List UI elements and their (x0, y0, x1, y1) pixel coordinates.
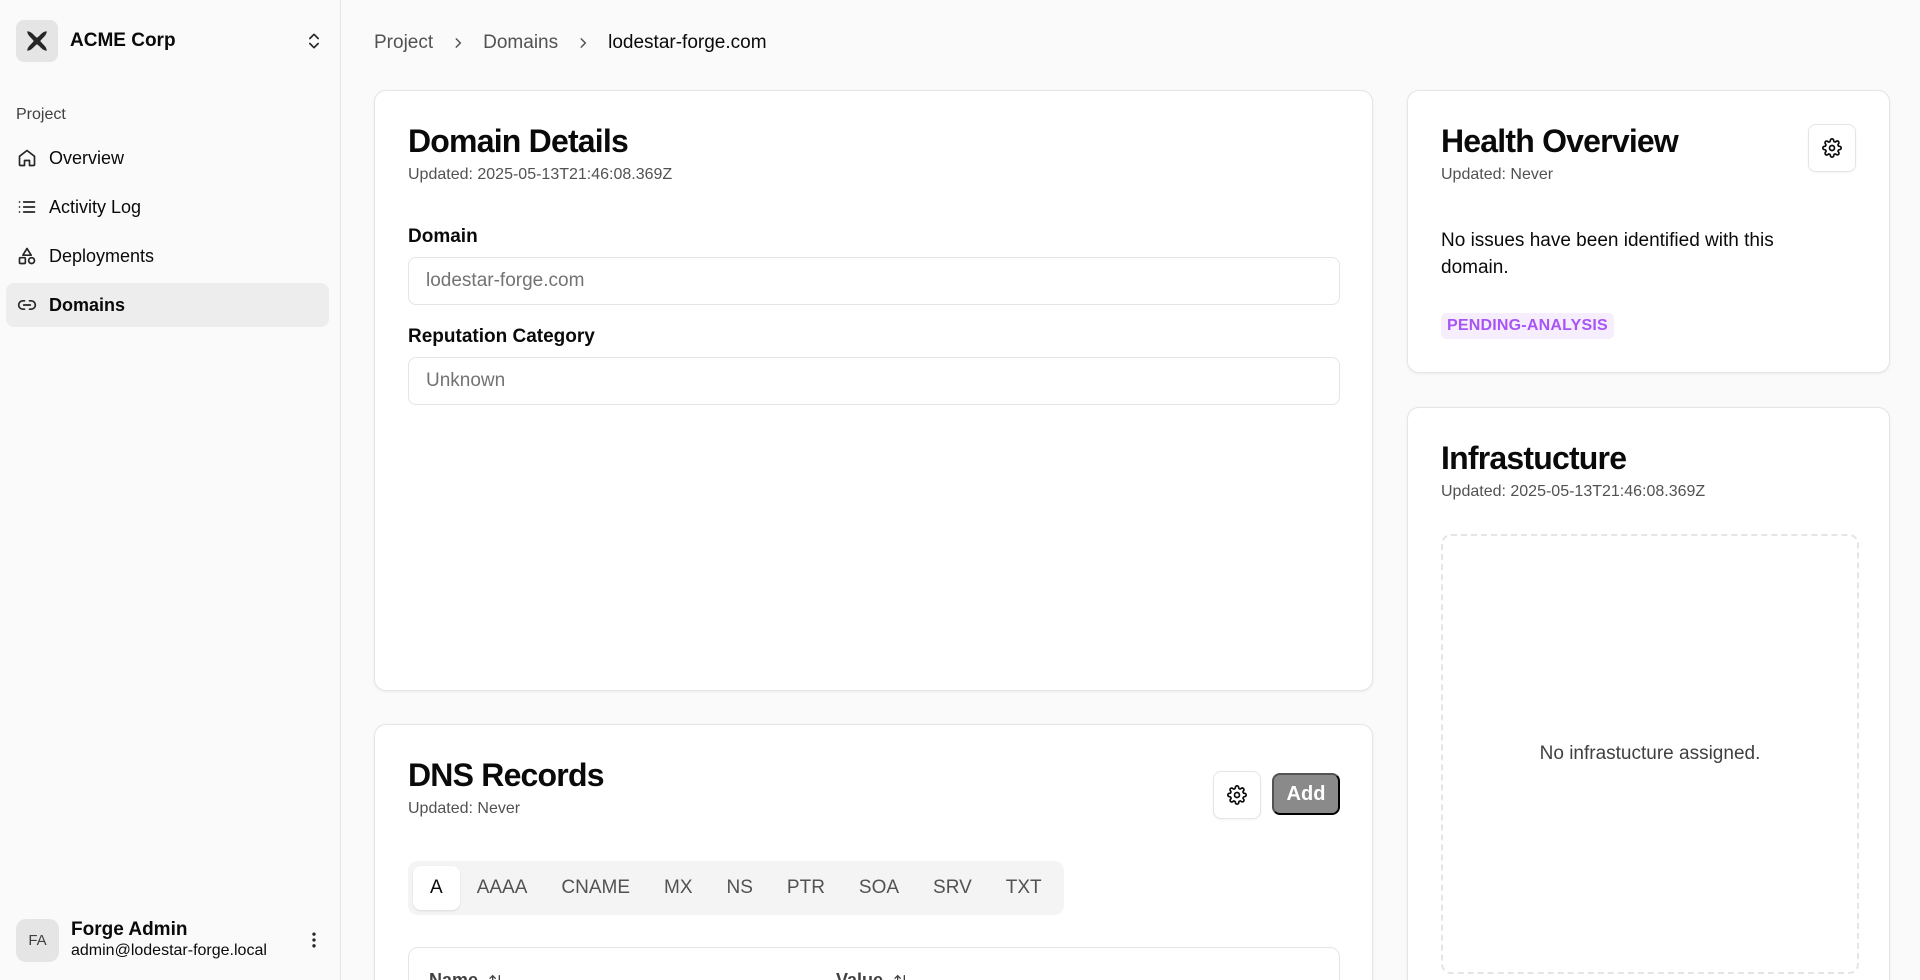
sidebar-item-deployments[interactable]: Deployments (6, 234, 329, 278)
domain-label: Domain (408, 226, 478, 247)
updated-timestamp: Updated: Never (1441, 166, 1554, 183)
breadcrumb: Project Domains lodestar-forge.com (374, 30, 767, 56)
column-header-name[interactable]: Name (429, 970, 504, 980)
tab-srv[interactable]: SRV (916, 866, 989, 910)
link-icon (16, 294, 38, 316)
more-vertical-icon[interactable] (302, 928, 326, 952)
user-info: Forge Admin admin@lodestar-forge.local (71, 919, 302, 961)
tab-ns[interactable]: NS (710, 866, 770, 910)
tab-mx[interactable]: MX (647, 866, 710, 910)
sidebar-item-activity-log[interactable]: Activity Log (6, 185, 329, 229)
infrastructure-card: Infrastucture Updated: 2025-05-13T21:46:… (1407, 407, 1890, 980)
tab-txt[interactable]: TXT (989, 866, 1059, 910)
reputation-input[interactable]: Unknown (408, 357, 1340, 405)
sidebar-nav: Overview Activity Log Deployments Domain… (6, 136, 329, 332)
breadcrumb-project[interactable]: Project (374, 32, 433, 54)
card-title: Infrastucture (1441, 440, 1627, 476)
health-message: No issues have been identified with this… (1441, 230, 1774, 278)
org-name: ACME Corp (70, 30, 176, 51)
tab-cname[interactable]: CNAME (544, 866, 647, 910)
infrastructure-empty-state: No infrastucture assigned. (1441, 534, 1859, 974)
tab-ptr[interactable]: PTR (770, 866, 842, 910)
avatar: FA (16, 918, 59, 962)
sidebar-item-overview[interactable]: Overview (6, 136, 329, 180)
home-icon (16, 147, 38, 169)
gear-icon (1227, 785, 1247, 805)
updated-timestamp: Updated: 2025-05-13T21:46:08.369Z (408, 166, 673, 183)
column-header-label: Value (836, 970, 884, 980)
updated-timestamp: Updated: 2025-05-13T21:46:08.369Z (1441, 483, 1706, 500)
card-title: Domain Details (408, 123, 629, 159)
card-title: Health Overview (1441, 123, 1679, 159)
nav-group-label: Project (16, 106, 66, 123)
add-record-button[interactable]: Add (1272, 773, 1340, 815)
dns-settings-button[interactable] (1213, 771, 1261, 819)
shapes-icon (16, 245, 38, 267)
acme-logo-icon (16, 20, 58, 62)
tab-a[interactable]: A (413, 866, 460, 910)
sidebar-item-label: Domains (49, 294, 126, 315)
dns-records-table: Name Value (408, 947, 1340, 980)
chevron-right-icon (576, 36, 590, 50)
chevrons-up-down-icon (302, 29, 326, 53)
sort-icon (488, 973, 504, 980)
health-overview-card: Health Overview Updated: Never No issues… (1407, 90, 1890, 373)
org-switcher[interactable]: ACME Corp (16, 20, 326, 62)
user-profile[interactable]: FA Forge Admin admin@lodestar-forge.loca… (16, 917, 326, 963)
updated-timestamp: Updated: Never (408, 800, 521, 817)
tab-soa[interactable]: SOA (842, 866, 916, 910)
column-header-label: Name (429, 970, 479, 980)
column-header-value[interactable]: Value (836, 970, 909, 980)
dns-records-card: DNS Records Updated: Never Add A AAAA CN… (374, 724, 1373, 980)
sidebar: ACME Corp Project Overview Activity Log … (0, 0, 341, 980)
reputation-label: Reputation Category (408, 326, 595, 347)
sidebar-item-label: Overview (49, 147, 125, 168)
breadcrumb-current: lodestar-forge.com (608, 32, 767, 53)
sidebar-item-label: Deployments (49, 245, 155, 266)
domain-details-card: Domain Details Updated: 2025-05-13T21:46… (374, 90, 1373, 691)
sidebar-item-label: Activity Log (49, 196, 142, 217)
sidebar-item-domains[interactable]: Domains (6, 283, 329, 327)
status-badge: PENDING-ANALYSIS (1441, 313, 1614, 339)
record-type-tabs: A AAAA CNAME MX NS PTR SOA SRV TXT (408, 861, 1064, 915)
user-name: Forge Admin (71, 919, 188, 940)
tab-aaaa[interactable]: AAAA (460, 866, 545, 910)
chevron-right-icon (451, 36, 465, 50)
gear-icon (1822, 138, 1842, 158)
user-email: admin@lodestar-forge.local (71, 942, 267, 959)
breadcrumb-domains[interactable]: Domains (483, 32, 558, 54)
list-icon (16, 196, 38, 218)
empty-message: No infrastucture assigned. (1539, 743, 1761, 764)
sort-icon (893, 973, 909, 980)
health-settings-button[interactable] (1808, 124, 1856, 172)
domain-input[interactable]: lodestar-forge.com (408, 257, 1340, 305)
card-title: DNS Records (408, 757, 605, 793)
